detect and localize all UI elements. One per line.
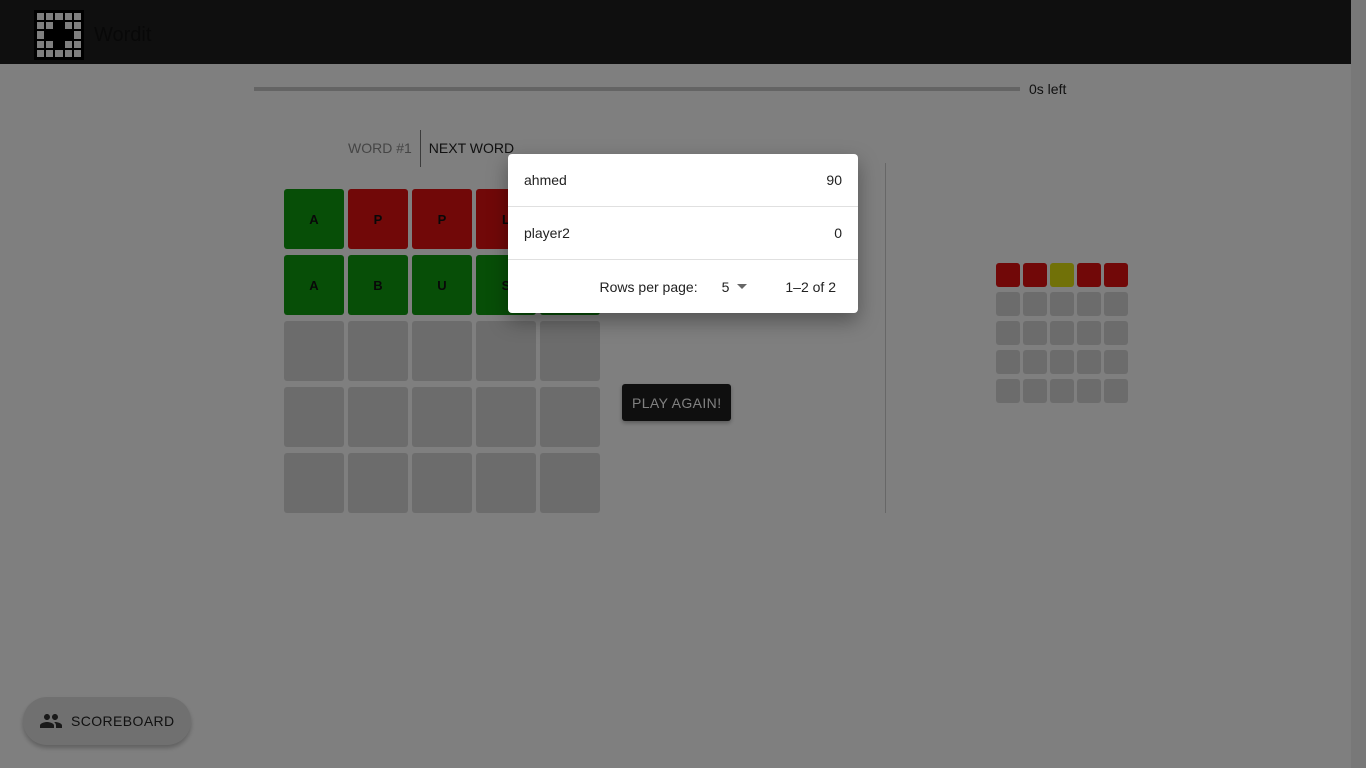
rows-per-page-label: Rows per page: (599, 278, 698, 295)
player-name: player2 (524, 225, 570, 241)
table-row: player2 0 (508, 207, 858, 260)
scoreboard-dialog: ahmed 90 player2 0 Rows per page: 5 1–2 … (508, 154, 858, 313)
rows-per-page-value: 5 (721, 278, 730, 295)
table-row: ahmed 90 (508, 154, 858, 207)
table-pagination: Rows per page: 5 1–2 of 2 (508, 260, 858, 313)
player-name: ahmed (524, 172, 567, 188)
player-score: 0 (834, 225, 842, 241)
pagination-range: 1–2 of 2 (785, 278, 836, 295)
player-score: 90 (826, 172, 842, 188)
chevron-down-icon (737, 284, 748, 289)
rows-per-page-select[interactable]: 5 (722, 279, 748, 295)
modal-backdrop[interactable] (0, 0, 1366, 768)
